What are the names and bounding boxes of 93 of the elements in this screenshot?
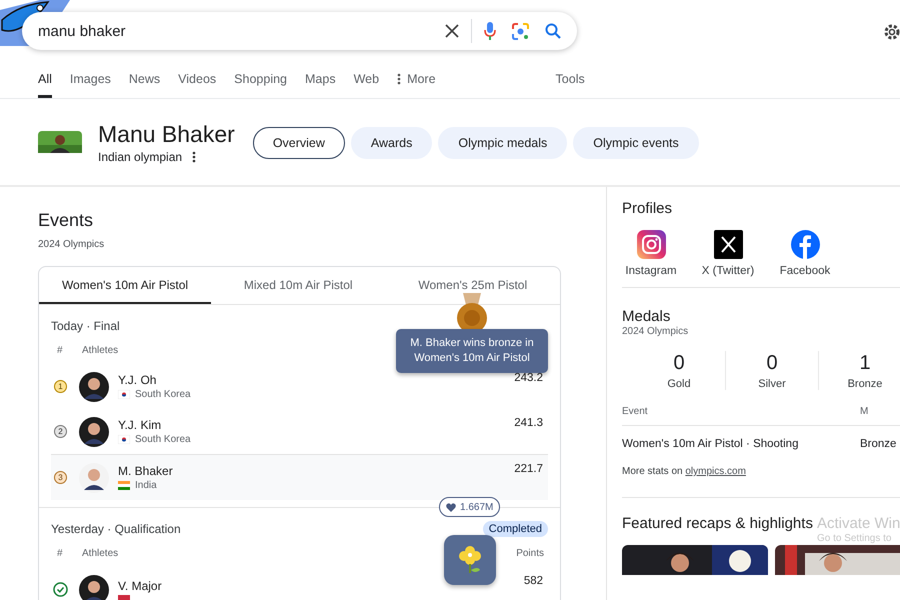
athlete-score: 241.3	[514, 417, 544, 429]
athlete-country: India	[135, 480, 157, 491]
profile-link[interactable]: Instagram	[613, 230, 689, 277]
like-count[interactable]: 1.667M	[439, 497, 500, 517]
search-icon[interactable]	[545, 23, 561, 39]
tools-link[interactable]: Tools	[556, 72, 585, 98]
profile-link[interactable]: X (Twitter)	[690, 230, 766, 277]
athlete-name: Y.J. Kim	[118, 418, 162, 432]
nav-tab[interactable]: Web	[354, 72, 380, 98]
nav-tab[interactable]: News	[128, 72, 160, 98]
olympics-link[interactable]: olympics.com	[685, 466, 746, 477]
section-subtitle: 2024 Olympics	[38, 239, 106, 250]
like-number: 1.667M	[460, 502, 494, 512]
medal-count: 0	[673, 351, 685, 375]
athlete-name: V. Major	[118, 578, 163, 592]
instagram-icon	[636, 230, 666, 259]
athlete-country: South Korea	[135, 389, 191, 400]
medal-count: 0	[766, 351, 778, 375]
athlete-name: M. Bhaker	[118, 464, 174, 478]
section-title: Featured recaps & highlights	[622, 515, 813, 533]
avatar	[79, 462, 109, 492]
medal-label: Bronze	[848, 378, 882, 390]
section-title: Profiles	[622, 200, 674, 218]
nav-tab[interactable]: Maps	[305, 72, 336, 98]
avatar	[79, 372, 109, 402]
column-header: Athletes	[82, 344, 120, 356]
rank-badge: 3	[54, 471, 67, 484]
section-heading: Today · Final	[51, 319, 120, 333]
entity-subtitle: Indian olympian	[98, 150, 182, 164]
search-field[interactable]: manu bhaker	[22, 12, 577, 50]
chip[interactable]: Overview	[252, 127, 345, 159]
status-badge: Completed	[482, 521, 548, 537]
event-tab[interactable]: Women's 25m Pistol	[386, 267, 560, 304]
athlete-score: 221.7	[514, 463, 544, 475]
flower-button[interactable]	[444, 535, 496, 585]
nav-tab[interactable]: Images	[70, 72, 111, 98]
more-stats-text: More stats on olympics.com	[622, 466, 747, 477]
table-cell: Bronze	[860, 438, 896, 450]
nav-tab[interactable]: More	[397, 72, 436, 98]
close-icon[interactable]	[445, 24, 459, 38]
athlete-name: Y.J. Oh	[118, 373, 158, 387]
column-header: Points	[516, 548, 545, 558]
column-header: #	[56, 344, 64, 356]
chip[interactable]: Awards	[350, 127, 432, 159]
column-header: M	[860, 406, 868, 417]
section-subtitle: 2024 Olympics	[622, 326, 690, 337]
athlete-score: 582	[524, 575, 544, 587]
facebook-icon	[790, 230, 820, 259]
nav-tab[interactable]: All	[38, 72, 52, 98]
tooltip: M. Bhaker wins bronze in Women's 10m Air Pistol	[396, 329, 548, 373]
flag-icon	[118, 390, 130, 399]
section-heading: Yesterday · Qualification	[51, 522, 181, 536]
column-header: Event	[622, 406, 649, 417]
profile-link[interactable]: Facebook	[767, 230, 843, 277]
nav-tab[interactable]: Videos	[178, 72, 216, 98]
athlete-country: South Korea	[135, 434, 191, 445]
search-query: manu bhaker	[38, 22, 127, 40]
more-icon[interactable]	[192, 151, 196, 163]
medal-count: 1	[859, 351, 871, 375]
entity-title: Manu Bhaker	[98, 120, 235, 148]
avatar	[79, 416, 109, 446]
event-tab[interactable]: Mixed 10m Air Pistol	[211, 267, 386, 304]
athlete-row[interactable]: 2 Y.J. Kim South Korea 241.3	[51, 409, 548, 454]
flag-icon	[118, 481, 130, 490]
section-title: Medals	[622, 308, 672, 326]
athlete-row[interactable]: V. Major 582	[51, 567, 548, 600]
activation-notice: Activate Win	[816, 515, 900, 533]
flag-icon	[118, 594, 130, 600]
more-icon	[397, 73, 402, 85]
flower-icon	[458, 546, 482, 574]
table-cell-text: Women's 10m Air Pistol · Shooting	[622, 438, 800, 450]
column-header: Athletes	[82, 548, 120, 558]
x-logo-icon	[714, 230, 742, 259]
heart-icon	[446, 502, 456, 512]
athlete-row[interactable]: 3 M. Bhaker India 221.7	[51, 454, 548, 500]
check-icon	[53, 582, 68, 597]
medal-label: Silver	[758, 378, 786, 390]
nav-tab[interactable]: Shopping	[234, 72, 287, 98]
activation-hint: Go to Settings to	[816, 533, 892, 544]
settings-icon[interactable]	[883, 23, 900, 41]
chip[interactable]: Olympic events	[573, 127, 699, 159]
avatar	[79, 574, 109, 600]
microphone-icon[interactable]	[484, 22, 496, 40]
flag-icon	[118, 435, 130, 444]
chip[interactable]: Olympic medals	[438, 127, 568, 159]
event-tab[interactable]: Women's 10m Air Pistol	[39, 267, 211, 304]
rank-badge: 2	[54, 425, 67, 438]
athlete-score: 243.2	[514, 372, 544, 384]
column-header: #	[56, 548, 64, 558]
camera-icon[interactable]	[512, 22, 529, 40]
medal-label: Gold	[667, 378, 691, 390]
rank-badge: 1	[54, 380, 67, 393]
section-title: Events	[38, 209, 94, 231]
